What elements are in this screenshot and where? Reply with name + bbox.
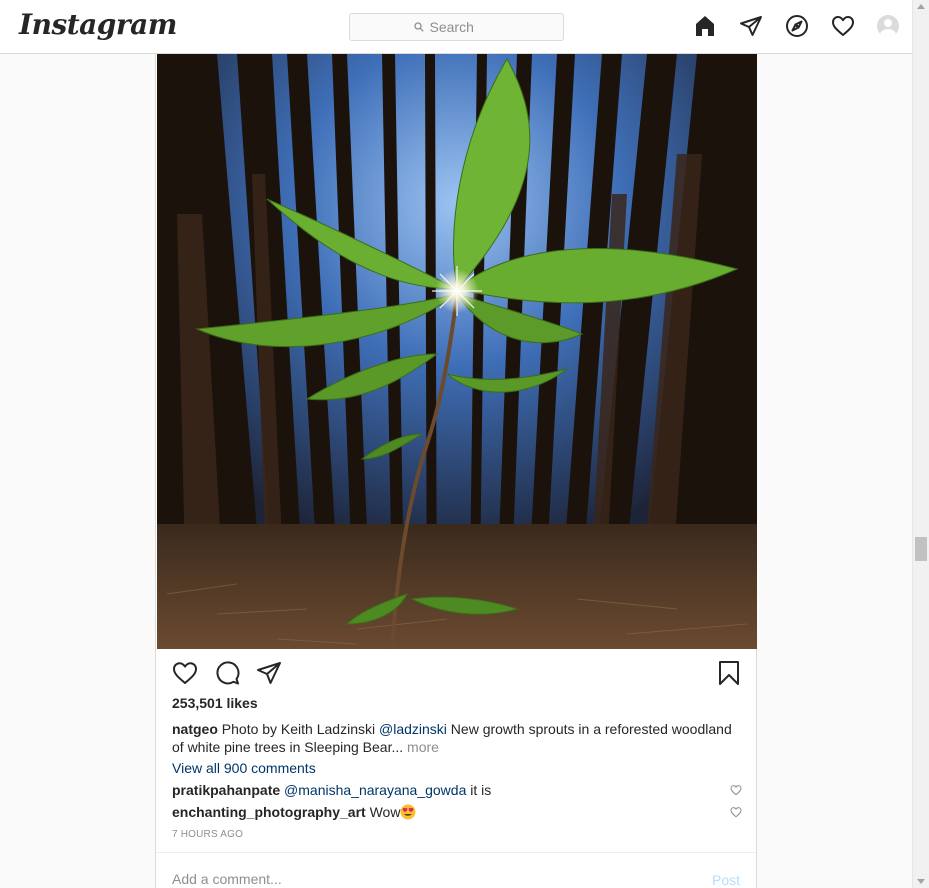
comment-username[interactable]: pratikpahanpate — [172, 782, 280, 798]
activity-heart-icon[interactable] — [831, 14, 855, 38]
post-timestamp[interactable]: 7 HOURS AGO — [172, 829, 243, 840]
caption-username[interactable]: natgeo — [172, 721, 218, 737]
like-heart-icon[interactable] — [172, 660, 198, 686]
comment-text: Wow — [369, 804, 401, 820]
bookmark-icon[interactable] — [716, 660, 742, 686]
comment-username[interactable]: enchanting_photography_art — [172, 804, 366, 820]
feed-post: 253,501 likes natgeo Photo by Keith Ladz… — [155, 54, 757, 888]
likes-count[interactable]: 253,501 likes — [172, 695, 258, 711]
top-navigation-bar: Instagram — [0, 0, 912, 54]
forest-sapling-image — [157, 54, 757, 649]
post-caption: natgeo Photo by Keith Ladzinski @ladzins… — [172, 720, 742, 756]
caption-more-link[interactable]: more — [407, 739, 439, 755]
post-actions — [172, 660, 282, 686]
comment-input[interactable] — [172, 871, 652, 887]
comment-text: it is — [470, 782, 492, 798]
add-comment-section: Post — [156, 852, 756, 888]
search-icon — [413, 22, 424, 32]
comment-like-heart-icon[interactable] — [730, 806, 742, 818]
profile-avatar[interactable] — [877, 15, 899, 37]
search-box[interactable] — [349, 13, 564, 41]
scroll-up-arrow-icon[interactable] — [917, 4, 925, 9]
comment-like-heart-icon[interactable] — [730, 784, 742, 796]
caption-prefix: Photo by Keith Ladzinski — [221, 721, 376, 737]
comment-icon[interactable] — [214, 660, 240, 686]
caption-mention[interactable]: @ladzinski — [379, 721, 447, 737]
explore-icon[interactable] — [785, 14, 809, 38]
home-icon[interactable] — [693, 14, 717, 38]
post-comment-button[interactable]: Post — [712, 872, 740, 888]
comment-mention[interactable]: @manisha_narayana_gowda — [284, 782, 466, 798]
instagram-logo[interactable]: Instagram — [19, 8, 177, 41]
scrollbar-thumb[interactable] — [915, 537, 927, 561]
nav-icons — [693, 14, 899, 38]
comment-row: enchanting_photography_art Wow — [172, 803, 742, 821]
comment-row: pratikpahanpate @manisha_narayana_gowda … — [172, 781, 742, 799]
heart-eyes-emoji-icon — [400, 804, 416, 820]
search-input[interactable] — [429, 19, 500, 35]
post-photo[interactable] — [157, 54, 757, 649]
direct-icon[interactable] — [739, 14, 763, 38]
scroll-down-arrow-icon[interactable] — [917, 879, 925, 884]
view-all-comments-link[interactable]: View all 900 comments — [172, 760, 316, 776]
share-icon[interactable] — [256, 660, 282, 686]
page-scrollbar[interactable] — [912, 0, 929, 888]
